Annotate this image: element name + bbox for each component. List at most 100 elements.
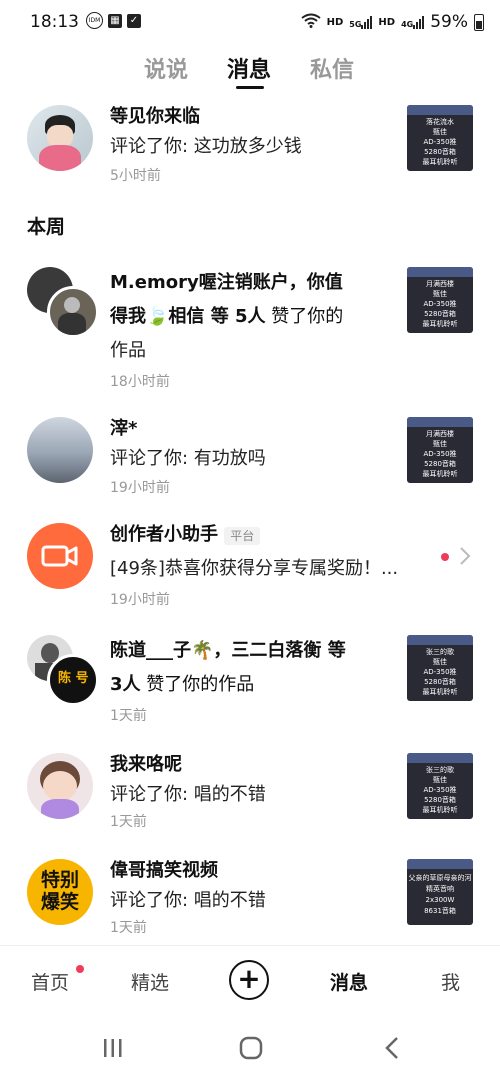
avatar-text: 特别 爆笑 [40, 869, 79, 913]
avatar-secondary[interactable] [47, 286, 99, 338]
recent-apps-icon[interactable] [101, 1036, 125, 1064]
item-title: 等见你来临 [110, 106, 200, 127]
idm-icon: IDM [86, 12, 103, 29]
thumb-line: 5280音箱 [424, 148, 456, 156]
avatar-secondary[interactable]: 陈 号 [47, 654, 99, 706]
nav-featured[interactable]: 精选 [131, 968, 169, 995]
thumb-line: 8631音箱 [424, 907, 456, 915]
section-header-this-week: 本周 [27, 216, 66, 238]
post-thumbnail[interactable]: 张三的歌 甄佳 AD-350推 5280音箱 最耳机聆听 [407, 753, 473, 819]
thumb-line: 5280音箱 [424, 678, 456, 686]
item-title-line1: M.emory喔注销账户，你值 [110, 272, 343, 293]
list-item[interactable]: 陈 号 陈道___子🌴，三二白落衡 等 3人 赞了你的作品 1天前 张三的歌 甄… [0, 630, 500, 730]
list-item[interactable]: M.emory喔注销账户，你值 得我🍃相信 等 5人 赞了你的 作品 18小时前… [0, 262, 500, 392]
status-time: 18:13 [30, 12, 79, 32]
item-subtitle: 评论了你: 唱的不错 [110, 784, 266, 805]
active-tab-indicator [236, 86, 264, 89]
thumb-line: AD-350推 [423, 668, 457, 676]
thumb-line: 最耳机聆听 [422, 158, 458, 166]
leaf-icon: 🍃 [146, 306, 169, 327]
item-title: 创作者小助手 [110, 524, 218, 545]
thumb-line: 5280音箱 [424, 796, 456, 804]
item-title-line2: 3人 赞了你的作品 [110, 668, 254, 702]
gallery-icon: ▦ [108, 13, 122, 28]
home-icon[interactable] [239, 1036, 263, 1064]
tab-shuoshuo[interactable]: 说说 [144, 52, 188, 84]
title-fragment: 相信 等 5人 [168, 306, 266, 327]
post-thumbnail[interactable]: 月满西楼 甄佳 AD-350推 5280音箱 最耳机聆听 [407, 267, 473, 333]
chevron-right-icon[interactable] [459, 546, 471, 570]
title-fragment: 赞了你的作品 [140, 674, 255, 695]
thumb-line: 5280音箱 [424, 310, 456, 318]
tab-messages[interactable]: 消息 [227, 52, 271, 84]
list-item[interactable]: 我来咯呢 评论了你: 唱的不错 1天前 张三的歌 甄佳 AD-350推 5280… [0, 748, 500, 838]
title-fragment: 陈道___子 [110, 640, 191, 661]
nav-messages[interactable]: 消息 [330, 968, 368, 995]
avatar[interactable] [27, 753, 93, 819]
plus-icon: + [237, 962, 261, 995]
thumb-line: 月满西楼 [426, 280, 454, 288]
nav-home[interactable]: 首页 [31, 968, 69, 995]
create-post-button[interactable]: + [229, 960, 269, 1000]
avatar[interactable]: 特别 爆笑 [27, 859, 93, 925]
avatar[interactable] [27, 105, 93, 171]
item-title: 偉哥搞笑视频 [110, 860, 218, 881]
thumb-line: 落花流水 [426, 118, 454, 126]
signal-icon-2: 4G [401, 15, 425, 29]
back-icon[interactable] [381, 1036, 405, 1064]
platform-tag: 平台 [224, 527, 261, 545]
thumb-line: AD-350推 [423, 300, 457, 308]
thumb-line: AD-350推 [423, 450, 457, 458]
item-time: 5小时前 [110, 168, 161, 184]
palm-tree-icon: 🌴 [191, 640, 214, 661]
thumb-line: 月满西楼 [426, 430, 454, 438]
item-time: 1天前 [110, 814, 147, 830]
list-item[interactable]: 特别 爆笑 偉哥搞笑视频 评论了你: 唱的不错 1天前 父亲的草原母亲的河 精英… [0, 854, 500, 944]
item-time: 19小时前 [110, 592, 170, 608]
post-thumbnail[interactable]: 落花流水 甄佳 AD-350推 5280音箱 最耳机聆听 [407, 105, 473, 171]
item-subtitle: [49条]恭喜你获得分享专属奖励！... [110, 558, 399, 579]
item-time: 1天前 [110, 920, 147, 936]
avatar[interactable] [27, 417, 93, 483]
bottom-nav-divider [0, 945, 500, 946]
signal-icon-1: 5G [349, 15, 373, 29]
item-title: 我来咯呢 [110, 754, 182, 775]
item-subtitle: 评论了你: 这功放多少钱 [110, 136, 302, 157]
thumb-line: 最耳机聆听 [422, 688, 458, 696]
battery-icon [474, 13, 484, 31]
hd-label-1: HD [326, 16, 344, 28]
post-thumbnail[interactable]: 张三的歌 甄佳 AD-350推 5280音箱 最耳机聆听 [407, 635, 473, 701]
thumb-line: 父亲的草原母亲的河 [408, 874, 472, 882]
item-title-line1: 陈道___子🌴，三二白落衡 等 [110, 634, 346, 668]
thumb-line: 最耳机聆听 [422, 806, 458, 814]
thumb-line: 2x300W [425, 896, 455, 904]
status-left-icons: IDM ▦ ✓ [86, 12, 141, 29]
avatar[interactable] [27, 523, 93, 589]
post-thumbnail[interactable]: 月满西楼 甄佳 AD-350推 5280音箱 最耳机聆听 [407, 417, 473, 483]
unread-dot [441, 553, 449, 561]
title-fragment: ，三二白落衡 等 [213, 640, 346, 661]
thumb-line: 最耳机聆听 [422, 470, 458, 478]
wifi-icon [300, 13, 321, 32]
avatar-badge-text: 陈 号 [58, 671, 89, 686]
thumb-line: 最耳机聆听 [422, 320, 458, 328]
tab-private-messages[interactable]: 私信 [310, 52, 354, 84]
home-unread-dot [76, 965, 84, 973]
status-right-icons: HD 5G HD 4G 59% [300, 12, 484, 32]
thumb-line: AD-350推 [423, 786, 457, 794]
item-title: 滓* [110, 418, 138, 439]
item-time: 1天前 [110, 708, 147, 724]
post-thumbnail[interactable]: 父亲的草原母亲的河 精英音响 2x300W 8631音箱 [407, 859, 473, 925]
item-title-line2: 得我🍃相信 等 5人 赞了你的 [110, 300, 343, 334]
thumb-line: 甄佳 [433, 658, 447, 666]
item-subtitle: 评论了你: 唱的不错 [110, 890, 266, 911]
thumb-line: 甄佳 [433, 128, 447, 136]
hd-label-2: HD [378, 16, 396, 28]
thumb-line: 精英音响 [426, 885, 454, 893]
list-item-creator-assistant[interactable]: 创作者小助手 平台 [49条]恭喜你获得分享专属奖励！... 19小时前 [0, 518, 500, 608]
list-item[interactable]: 等见你来临 评论了你: 这功放多少钱 5小时前 落花流水 甄佳 AD-350推 … [0, 100, 500, 190]
thumb-line: 5280音箱 [424, 460, 456, 468]
nav-me[interactable]: 我 [441, 968, 460, 995]
list-item[interactable]: 滓* 评论了你: 有功放吗 19小时前 月满西楼 甄佳 AD-350推 5280… [0, 412, 500, 502]
title-fragment: 3人 [110, 674, 141, 695]
